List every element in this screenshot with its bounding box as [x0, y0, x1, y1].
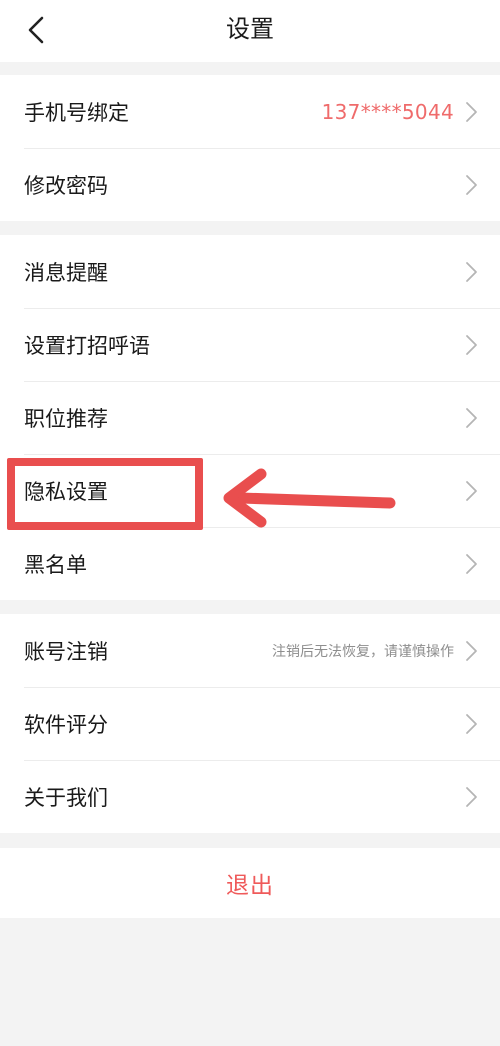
- setting-label: 软件评分: [24, 712, 108, 737]
- chevron-right-icon: [464, 480, 478, 502]
- annotation-highlight-box: [7, 458, 203, 530]
- setting-label: 账号注销: [24, 639, 108, 664]
- chevron-right-icon: [464, 407, 478, 429]
- settings-group-about: 账号注销 注销后无法恢复，请谨慎操作 软件评分 关于我们: [0, 614, 500, 833]
- setting-label: 关于我们: [24, 785, 108, 810]
- setting-message-reminder[interactable]: 消息提醒: [0, 235, 500, 308]
- setting-label: 手机号绑定: [24, 100, 129, 125]
- arrow-left-icon: [223, 468, 396, 528]
- setting-label: 职位推荐: [24, 406, 108, 431]
- setting-account-cancellation[interactable]: 账号注销 注销后无法恢复，请谨慎操作: [0, 614, 500, 687]
- setting-phone-binding[interactable]: 手机号绑定 137****5044: [0, 75, 500, 148]
- settings-page: 设置 手机号绑定 137****5044 修改密码 消息提醒 设置打招呼语 职位…: [0, 0, 500, 1046]
- header-bar: 设置: [0, 0, 500, 62]
- settings-group-general: 消息提醒 设置打招呼语 职位推荐 隐私设置 黑名单: [0, 235, 500, 600]
- setting-job-recommendation[interactable]: 职位推荐: [0, 381, 500, 454]
- setting-app-rating[interactable]: 软件评分: [0, 687, 500, 760]
- setting-greeting[interactable]: 设置打招呼语: [0, 308, 500, 381]
- chevron-right-icon: [464, 786, 478, 808]
- setting-change-password[interactable]: 修改密码: [0, 148, 500, 221]
- logout-label: 退出: [226, 873, 274, 899]
- setting-blacklist[interactable]: 黑名单: [0, 527, 500, 600]
- phone-number-value: 137****5044: [321, 99, 454, 124]
- chevron-right-icon: [464, 553, 478, 575]
- chevron-right-icon: [464, 640, 478, 662]
- setting-label: 设置打招呼语: [24, 333, 150, 358]
- settings-group-account: 手机号绑定 137****5044 修改密码: [0, 75, 500, 221]
- chevron-right-icon: [464, 261, 478, 283]
- logout-button[interactable]: 退出: [0, 848, 500, 918]
- page-title: 设置: [226, 15, 274, 43]
- setting-label: 修改密码: [24, 173, 108, 198]
- chevron-right-icon: [464, 713, 478, 735]
- setting-about-us[interactable]: 关于我们: [0, 760, 500, 833]
- cancellation-warning-hint: 注销后无法恢复，请谨慎操作: [272, 643, 454, 660]
- setting-label: 消息提醒: [24, 260, 108, 285]
- chevron-right-icon: [464, 334, 478, 356]
- chevron-right-icon: [464, 101, 478, 123]
- chevron-right-icon: [464, 174, 478, 196]
- setting-label: 黑名单: [24, 552, 87, 577]
